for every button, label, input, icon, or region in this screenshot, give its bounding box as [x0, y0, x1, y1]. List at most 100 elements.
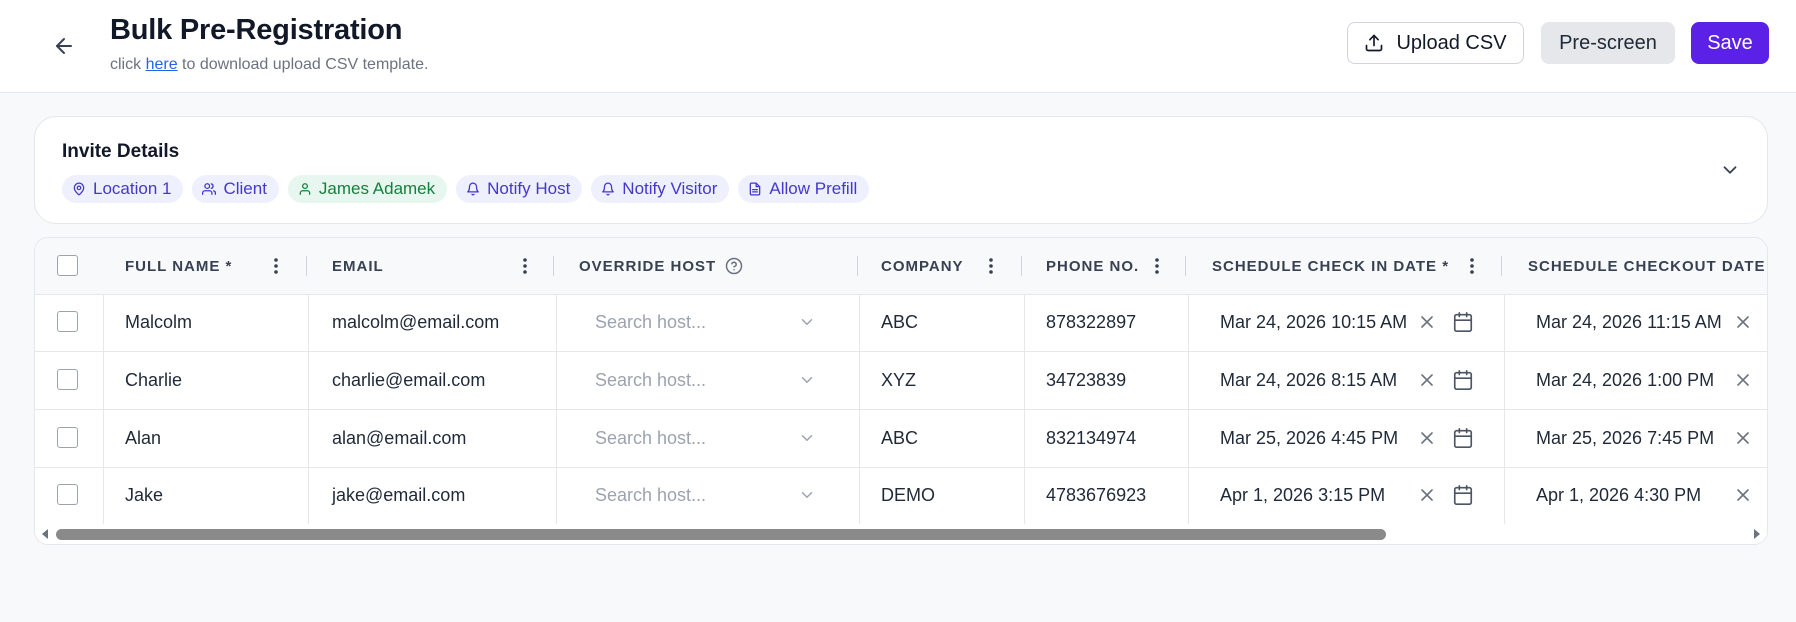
row-checkbox[interactable] — [57, 484, 78, 505]
table-row: Charlie charlie@email.com Search host...… — [35, 352, 1767, 410]
clear-icon[interactable] — [1733, 485, 1753, 505]
more-vertical-icon[interactable] — [983, 255, 999, 277]
checkout-date-input[interactable]: Apr 1, 2026 4:30 PM — [1536, 467, 1701, 524]
chevron-down-icon[interactable] — [1719, 159, 1741, 181]
chip-allow-prefill: Allow Prefill — [738, 175, 870, 203]
cell-divider — [308, 410, 309, 467]
checkin-date-input[interactable]: Mar 24, 2026 10:15 AM — [1220, 294, 1407, 351]
cell-company[interactable]: DEMO — [881, 467, 935, 524]
chip-label: Notify Host — [487, 179, 571, 198]
more-vertical-icon[interactable] — [1149, 255, 1165, 277]
cell-full-name[interactable]: Charlie — [125, 352, 182, 409]
select-all-checkbox[interactable] — [57, 255, 78, 276]
chevron-down-icon[interactable] — [798, 486, 816, 504]
bell-icon — [602, 182, 615, 196]
horizontal-scrollbar[interactable] — [35, 524, 1767, 544]
host-search-input[interactable]: Search host... — [595, 410, 706, 467]
more-vertical-icon[interactable] — [1464, 255, 1480, 277]
chip-label: James Adamek — [318, 179, 436, 198]
subtitle-prefix: click — [110, 56, 146, 73]
pin-icon — [73, 182, 85, 196]
cell-divider — [556, 352, 557, 409]
chevron-down-icon[interactable] — [798, 371, 816, 389]
scroll-right-icon[interactable] — [1751, 528, 1763, 540]
clear-icon[interactable] — [1417, 485, 1437, 505]
cell-company[interactable]: ABC — [881, 294, 918, 351]
cell-divider — [103, 352, 104, 409]
checkout-date-input[interactable]: Mar 24, 2026 1:00 PM — [1536, 352, 1714, 409]
upload-csv-button[interactable]: Upload CSV — [1347, 22, 1524, 64]
clear-icon[interactable] — [1733, 370, 1753, 390]
chevron-down-icon[interactable] — [798, 429, 816, 447]
cell-phone[interactable]: 34723839 — [1046, 352, 1126, 409]
cell-divider — [556, 467, 557, 524]
scrollbar-thumb[interactable] — [56, 529, 1386, 540]
checkout-date-input[interactable]: Mar 24, 2026 11:15 AM — [1536, 294, 1722, 351]
chip-notify-visitor: Notify Visitor — [591, 175, 730, 203]
checkin-date-input[interactable]: Apr 1, 2026 3:15 PM — [1220, 467, 1385, 524]
cell-full-name[interactable]: Alan — [125, 410, 161, 467]
table-row: Malcolm malcolm@email.com Search host...… — [35, 294, 1767, 352]
checkin-date-input[interactable]: Mar 24, 2026 8:15 AM — [1220, 352, 1397, 409]
document-icon — [750, 182, 761, 196]
host-search-input[interactable]: Search host... — [595, 467, 706, 524]
save-button[interactable]: Save — [1691, 22, 1769, 64]
cell-divider — [859, 467, 860, 524]
cell-divider — [308, 467, 309, 524]
calendar-icon[interactable] — [1452, 311, 1474, 333]
cell-phone[interactable]: 4783676923 — [1046, 467, 1146, 524]
column-divider — [1021, 256, 1022, 276]
cell-divider — [1504, 410, 1505, 467]
back-button[interactable] — [48, 30, 80, 62]
prescreen-button[interactable]: Pre-screen — [1541, 22, 1675, 64]
cell-divider — [103, 410, 104, 467]
column-divider — [553, 256, 554, 276]
cell-email[interactable]: charlie@email.com — [332, 352, 485, 409]
column-header-override-host: OVERRIDE HOST — [579, 238, 743, 294]
host-search-input[interactable]: Search host... — [595, 294, 706, 351]
cell-divider — [556, 410, 557, 467]
cell-company[interactable]: ABC — [881, 410, 918, 467]
cell-divider — [859, 294, 860, 351]
cell-divider — [1024, 352, 1025, 409]
cell-full-name[interactable]: Jake — [125, 467, 163, 524]
clear-icon[interactable] — [1417, 312, 1437, 332]
scroll-left-icon[interactable] — [39, 528, 51, 540]
invite-chips: Location 1 Client James Adamek Notify Ho… — [62, 175, 870, 203]
calendar-icon[interactable] — [1452, 427, 1474, 449]
chip-label: Notify Visitor — [622, 179, 718, 198]
row-checkbox[interactable] — [57, 427, 78, 448]
clear-icon[interactable] — [1417, 428, 1437, 448]
cell-full-name[interactable]: Malcolm — [125, 294, 192, 351]
clear-icon[interactable] — [1417, 370, 1437, 390]
row-checkbox[interactable] — [57, 369, 78, 390]
chevron-down-icon[interactable] — [798, 313, 816, 331]
upload-icon — [1366, 34, 1383, 52]
table-header: FULL NAME * EMAIL OVERRIDE HOST COMPANY … — [35, 238, 1767, 295]
column-header-full-name: FULL NAME * — [125, 257, 233, 275]
clear-icon[interactable] — [1733, 428, 1753, 448]
cell-phone[interactable]: 832134974 — [1046, 410, 1136, 467]
column-divider — [1501, 256, 1502, 276]
more-vertical-icon[interactable] — [517, 255, 533, 277]
user-icon — [299, 183, 311, 195]
cell-email[interactable]: alan@email.com — [332, 410, 466, 467]
cell-divider — [308, 294, 309, 351]
clear-icon[interactable] — [1733, 312, 1753, 332]
cell-phone[interactable]: 878322897 — [1046, 294, 1136, 351]
cell-company[interactable]: XYZ — [881, 352, 916, 409]
help-circle-icon[interactable] — [725, 257, 743, 275]
cell-email[interactable]: jake@email.com — [332, 467, 465, 524]
column-header-checkin: SCHEDULE CHECK IN DATE * — [1212, 257, 1450, 275]
checkin-date-input[interactable]: Mar 25, 2026 4:45 PM — [1220, 410, 1398, 467]
calendar-icon[interactable] — [1452, 369, 1474, 391]
cell-divider — [103, 294, 104, 351]
calendar-icon[interactable] — [1452, 484, 1474, 506]
more-vertical-icon[interactable] — [268, 255, 284, 277]
cell-email[interactable]: malcolm@email.com — [332, 294, 499, 351]
checkout-date-input[interactable]: Mar 25, 2026 7:45 PM — [1536, 410, 1714, 467]
host-search-input[interactable]: Search host... — [595, 352, 706, 409]
column-header-phone: PHONE NO. — [1046, 257, 1140, 275]
csv-template-link[interactable]: here — [146, 56, 178, 73]
row-checkbox[interactable] — [57, 311, 78, 332]
